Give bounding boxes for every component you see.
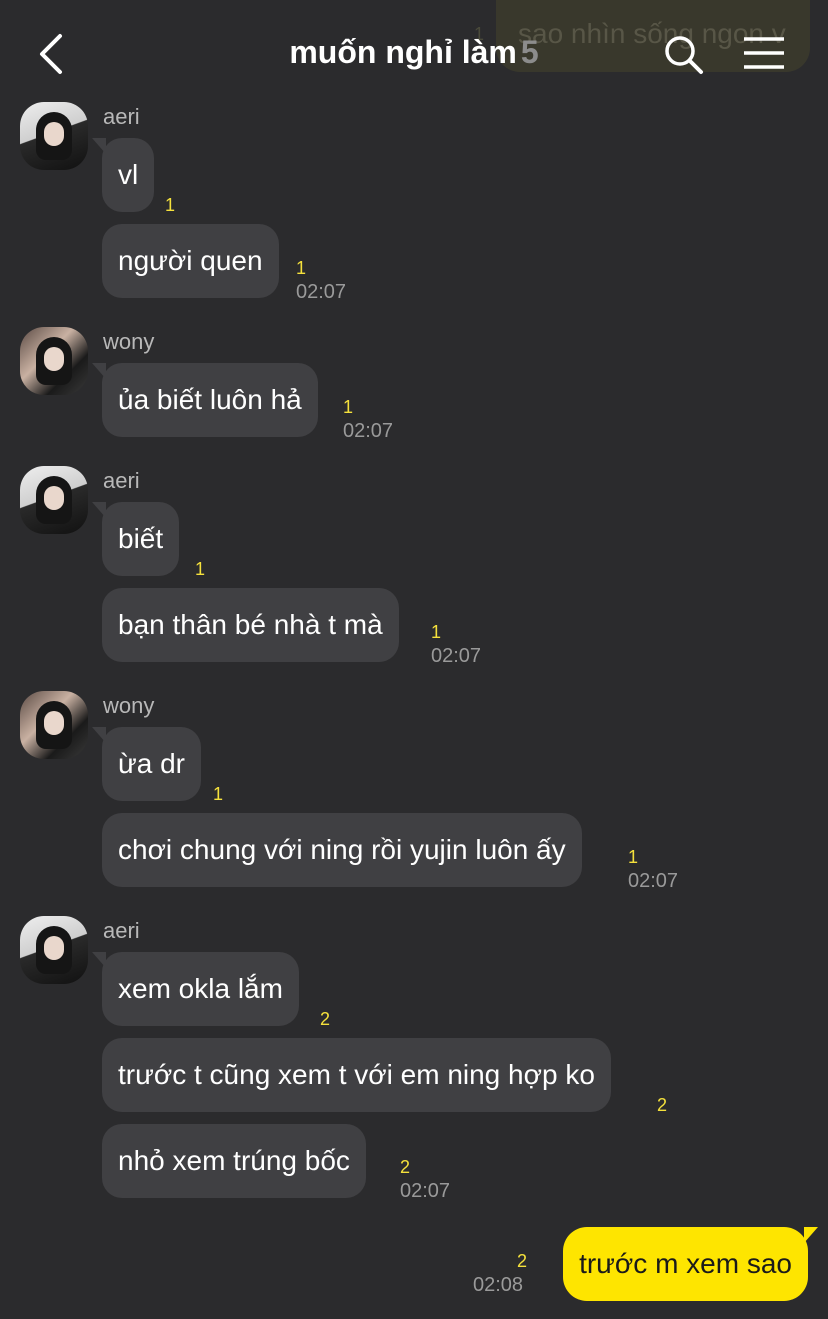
message-bubble[interactable]: nhỏ xem trúng bốc [102,1124,366,1198]
message-bubble[interactable]: xem okla lắm [92,952,299,1026]
sender-name: aeri [103,104,140,129]
unread-count: 1 [213,784,224,804]
message-time: 02:07 [400,1180,451,1202]
avatar-wony[interactable] [20,327,88,395]
search-button[interactable] [662,33,706,77]
unread-count: 2 [400,1157,411,1177]
message-bubble[interactable]: người quen [102,224,279,298]
message-bubble[interactable]: vl [91,138,155,212]
unread-count: 1 [296,258,307,278]
message-bubble[interactable]: ủa biết luôn hả [92,363,318,437]
avatar-face [44,711,64,735]
menu-icon [744,37,784,69]
sender-name: aeri [103,918,140,943]
message-time: 02:07 [296,281,347,303]
unread-count: 1 [628,847,639,867]
message-time: 02:07 [628,870,679,892]
message-bubble[interactable]: ừa dr [92,727,201,801]
my-message-time: 02:08 [473,1274,524,1296]
chat-header: muốn nghỉ làm 5 [0,0,828,100]
unread-count: 1 [343,397,354,417]
unread-count: 1 [165,195,176,215]
message-bubble[interactable]: trước t cũng xem t với em ning hợp ko [102,1038,611,1112]
avatar-aeri[interactable] [20,466,88,534]
my-unread-count: 2 [517,1251,528,1271]
sender-name: wony [103,329,155,354]
message-bubble[interactable]: chơi chung với ning rồi yujin luôn ấy [102,813,582,887]
message-time: 02:07 [431,645,482,667]
unread-count: 1 [195,559,206,579]
avatar-face [44,486,64,510]
message-bubble[interactable]: biết [91,502,180,576]
chat-room-name: muốn nghỉ làm [289,34,517,70]
avatar-face [44,122,64,146]
unread-count: 1 [431,622,442,642]
unread-count: 2 [657,1095,668,1115]
unread-count: 2 [320,1009,331,1029]
avatar-wony[interactable] [20,691,88,759]
avatar-aeri[interactable] [20,102,88,170]
message-bubble[interactable]: bạn thân bé nhà t mà [102,588,399,662]
my-message-bubble[interactable]: trước m xem sao [563,1227,818,1301]
avatar-face [44,936,64,960]
message-time: 02:07 [343,420,394,442]
sender-name: wony [103,693,155,718]
member-count: 5 [520,34,539,70]
sender-name: aeri [103,468,140,493]
avatar-aeri[interactable] [20,916,88,984]
avatar-face [44,347,64,371]
search-icon [665,36,703,74]
menu-button[interactable] [742,34,786,74]
